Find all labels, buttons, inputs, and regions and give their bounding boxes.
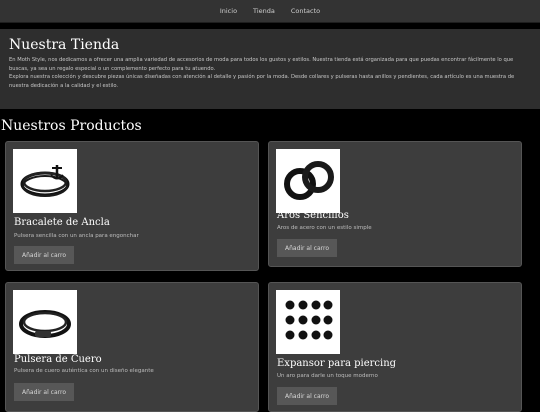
bracelet-icon bbox=[13, 290, 77, 354]
piercing-icon bbox=[276, 290, 340, 354]
products-title: Nuestros Productos bbox=[1, 118, 142, 134]
product-name: Bracalete de Ancla bbox=[14, 217, 110, 228]
product-description: Aros de acero con un estilo simple bbox=[277, 225, 372, 231]
top-nav: Inicio Tienda Contacto bbox=[0, 0, 540, 23]
add-to-cart-button[interactable]: Añadir al carro bbox=[277, 239, 337, 257]
intro-paragraph-2: Explora nuestra colección y descubre pie… bbox=[9, 74, 515, 89]
product-description: Pulsera sencilla con un ancla para engon… bbox=[14, 233, 139, 239]
intro-paragraph-1: En Moth Style, nos dedicamos a ofrecer u… bbox=[9, 57, 514, 72]
bracelet-icon bbox=[13, 149, 77, 213]
product-card-pulsera-cuero: Pulsera de Cuero Pulsera de cuero autént… bbox=[5, 282, 259, 412]
nav-link-contacto[interactable]: Contacto bbox=[291, 7, 320, 15]
add-to-cart-button[interactable]: Añadir al carro bbox=[14, 383, 74, 401]
product-name: Expansor para piercing bbox=[277, 358, 397, 369]
nav-link-inicio[interactable]: Inicio bbox=[220, 7, 237, 15]
product-card-bracalete-ancla: Bracalete de Ancla Pulsera sencilla con … bbox=[5, 141, 259, 271]
product-description: Pulsera de cuero auténtica con un diseño… bbox=[14, 368, 154, 374]
product-name: Pulsera de Cuero bbox=[14, 354, 102, 365]
add-to-cart-button[interactable]: Añadir al carro bbox=[277, 387, 337, 405]
store-intro: Nuestra Tienda En Moth Style, nos dedica… bbox=[0, 29, 540, 109]
product-card-aros-sencillos: Aros Sencillos Aros de acero con un esti… bbox=[268, 141, 522, 267]
product-card-expansor-piercing: Expansor para piercing Un aro para darle… bbox=[268, 282, 522, 412]
store-title: Nuestra Tienda bbox=[9, 37, 120, 53]
product-name: Aros Sencillos bbox=[277, 210, 349, 221]
add-to-cart-button[interactable]: Añadir al carro bbox=[14, 246, 74, 264]
nav-link-tienda[interactable]: Tienda bbox=[253, 7, 275, 15]
product-description: Un aro para darle un toque moderno bbox=[277, 373, 378, 379]
earrings-icon bbox=[276, 149, 340, 213]
